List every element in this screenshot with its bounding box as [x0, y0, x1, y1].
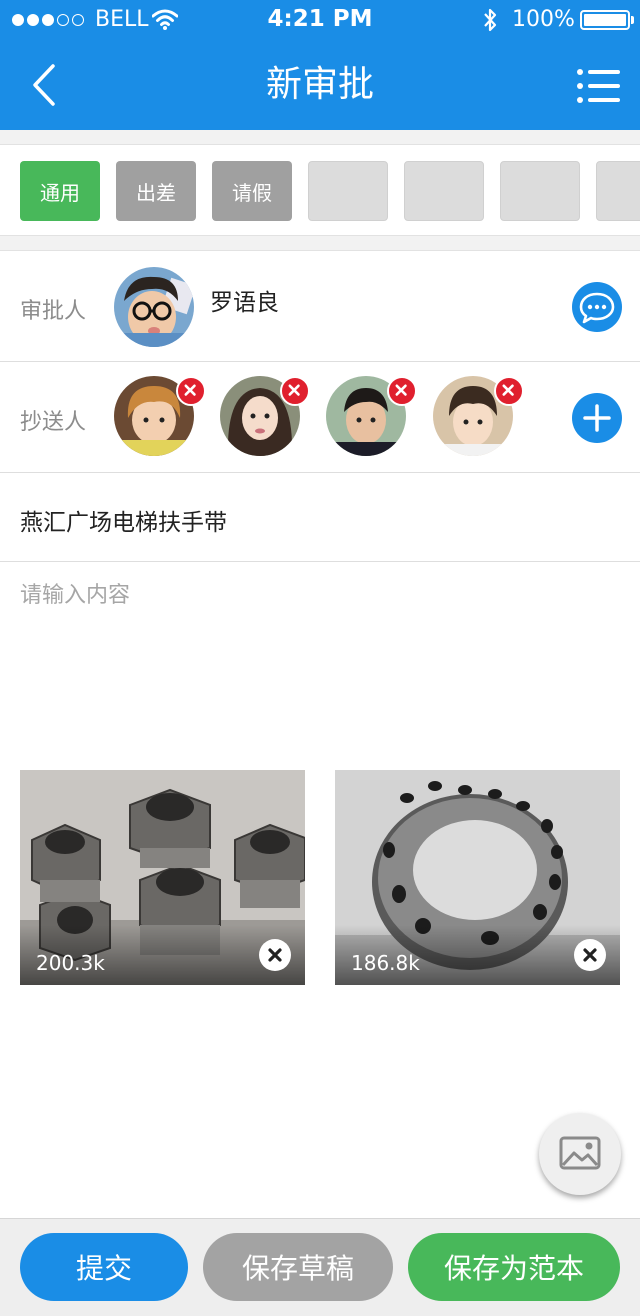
battery-icon [580, 10, 634, 30]
nav-bar: 新审批 [0, 40, 640, 130]
menu-button[interactable] [576, 66, 622, 106]
save-template-button[interactable]: 保存为范本 [408, 1233, 620, 1301]
approver-name: 罗语良 [210, 290, 279, 316]
approver-label: 审批人 [20, 299, 87, 324]
chat-bubble-icon [579, 292, 615, 324]
file-size: 186.8k [351, 951, 420, 975]
cc-label: 抄送人 [20, 410, 87, 435]
app-header: BELL 4:21 PM 100% 新审批 [0, 0, 640, 130]
remove-cc-button[interactable] [176, 376, 206, 406]
tab-business-trip[interactable]: 出差 [116, 161, 196, 221]
remove-cc-button[interactable] [387, 376, 417, 406]
bluetooth-icon [484, 8, 497, 32]
close-icon [268, 948, 282, 962]
list-menu-icon [577, 69, 620, 103]
tab-leave[interactable]: 请假 [212, 161, 292, 221]
attachment-thumbnail[interactable]: 200.3k [20, 770, 305, 985]
template-tabs: 通用 出差 请假 [0, 144, 640, 236]
status-bar: BELL 4:21 PM 100% [0, 0, 640, 40]
remove-cc-button[interactable] [494, 376, 524, 406]
close-icon [288, 384, 300, 396]
close-icon [502, 384, 514, 396]
tab-empty[interactable] [500, 161, 580, 221]
attachment-thumbnail[interactable]: 186.8k [335, 770, 620, 985]
plus-icon [583, 404, 611, 432]
action-bar: 提交 保存草稿 保存为范本 [0, 1218, 640, 1316]
remove-attachment-button[interactable] [259, 939, 291, 971]
image-icon [559, 1136, 601, 1170]
add-image-button[interactable] [539, 1113, 621, 1195]
approver-row: 审批人 罗语良 [0, 250, 640, 362]
message-button[interactable] [572, 282, 622, 332]
add-cc-button[interactable] [572, 393, 622, 443]
subject-text: 燕汇广场电梯扶手带 [20, 510, 227, 536]
tab-empty[interactable] [404, 161, 484, 221]
close-icon [184, 384, 196, 396]
tab-general[interactable]: 通用 [20, 161, 100, 221]
battery-percent: 100% [512, 7, 575, 32]
page-title: 新审批 [265, 64, 374, 105]
subject-row[interactable]: 燕汇广场电梯扶手带 [0, 473, 640, 562]
submit-button[interactable]: 提交 [20, 1233, 188, 1301]
tab-empty[interactable] [308, 161, 388, 221]
tab-empty[interactable] [596, 161, 640, 221]
cc-row: 抄送人 [0, 362, 640, 473]
save-draft-button[interactable]: 保存草稿 [203, 1233, 393, 1301]
remove-attachment-button[interactable] [574, 939, 606, 971]
section-gap [0, 236, 640, 250]
file-size: 200.3k [36, 951, 105, 975]
content-input[interactable] [20, 578, 620, 612]
close-icon [395, 384, 407, 396]
avatar[interactable] [114, 267, 194, 347]
section-gap [0, 130, 640, 144]
close-icon [583, 948, 597, 962]
remove-cc-button[interactable] [280, 376, 310, 406]
